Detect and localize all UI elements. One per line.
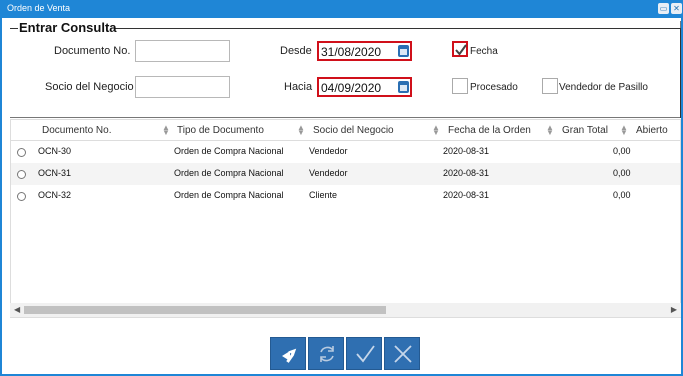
sort-icon[interactable]: ▲ ▼: [162, 124, 170, 137]
groupbox-top-line-right: [114, 28, 680, 29]
x-icon: [394, 345, 412, 363]
calendar-icon[interactable]: [398, 45, 409, 57]
order-window: Orden de Venta ▭ ✕ Entrar Consulta Docum…: [0, 0, 683, 376]
scroll-right-arrow-icon[interactable]: ▶: [671, 305, 677, 314]
cell-total: 0,00: [613, 190, 631, 200]
horizontal-scrollbar[interactable]: ◀ ▶: [10, 303, 681, 317]
column-header-abierto[interactable]: Abierto: [636, 125, 668, 136]
sort-icon[interactable]: ▲ ▼: [620, 124, 628, 137]
results-grid: Documento No. ▲ ▼ Tipo de Documento ▲ ▼ So…: [10, 119, 681, 318]
row-select-radio[interactable]: [17, 170, 26, 179]
procesado-label: Procesado: [470, 82, 518, 93]
refresh-icon: [320, 346, 334, 362]
cell-fecha: 2020-08-31: [443, 190, 490, 200]
hacia-date-value: 04/09/2020: [321, 81, 382, 95]
column-header-socio[interactable]: Socio del Negocio: [313, 125, 394, 136]
scroll-left-arrow-icon[interactable]: ◀: [14, 305, 20, 314]
fecha-checkbox[interactable]: [452, 41, 468, 57]
groupbox-right-line: [680, 28, 681, 118]
desde-date-input[interactable]: 31/08/2020: [317, 41, 412, 61]
refresh-button[interactable]: [308, 337, 344, 370]
cancel-button[interactable]: [384, 337, 420, 370]
vendedor-checkbox[interactable]: [542, 78, 558, 94]
cell-total: 0,00: [613, 168, 631, 178]
calendar-icon[interactable]: [398, 81, 409, 93]
ok-button[interactable]: [346, 337, 382, 370]
cell-socio: Vendedor: [309, 146, 348, 156]
minimize-icon[interactable]: ▭: [658, 3, 669, 14]
query-groupbox: Entrar Consulta: [10, 20, 681, 118]
groupbox-top-line: [10, 28, 18, 29]
documento-label: Documento No.: [54, 45, 131, 57]
groupbox-title: Entrar Consulta: [19, 20, 117, 35]
column-header-tipo[interactable]: Tipo de Documento: [177, 125, 264, 136]
title-bar: Orden de Venta ▭ ✕: [2, 0, 683, 18]
row-select-radio[interactable]: [17, 192, 26, 201]
vendedor-label: Vendedor de Pasillo: [559, 82, 648, 93]
hacia-date-input[interactable]: 04/09/2020: [317, 77, 412, 97]
check-icon: [356, 345, 375, 363]
documento-input[interactable]: [135, 40, 230, 62]
cell-documento: OCN-30: [38, 146, 72, 156]
back-button[interactable]: [270, 337, 306, 370]
table-row[interactable]: OCN-32 Orden de Compra Nacional Cliente …: [11, 185, 680, 207]
desde-label: Desde: [280, 45, 312, 57]
cell-socio: Cliente: [309, 190, 338, 200]
cell-tipo: Orden de Compra Nacional: [174, 146, 284, 156]
cell-documento: OCN-31: [38, 168, 72, 178]
column-header-fecha[interactable]: Fecha de la Orden: [448, 125, 531, 136]
hacia-label: Hacia: [284, 81, 313, 93]
procesado-checkbox[interactable]: [452, 78, 468, 94]
socio-input[interactable]: [135, 76, 230, 98]
cell-fecha: 2020-08-31: [443, 168, 490, 178]
close-icon[interactable]: ✕: [671, 3, 682, 14]
desde-date-value: 31/08/2020: [321, 45, 382, 59]
column-header-total[interactable]: Gran Total: [562, 125, 608, 136]
fecha-label: Fecha: [470, 46, 498, 57]
grid-header: Documento No. ▲ ▼ Tipo de Documento ▲ ▼ So…: [11, 120, 680, 141]
cell-documento: OCN-32: [38, 190, 72, 200]
table-row[interactable]: OCN-31 Orden de Compra Nacional Vendedor…: [11, 163, 680, 185]
cell-tipo: Orden de Compra Nacional: [174, 168, 284, 178]
row-select-radio[interactable]: [17, 148, 26, 157]
cell-socio: Vendedor: [309, 168, 348, 178]
table-row[interactable]: OCN-30 Orden de Compra Nacional Vendedor…: [11, 141, 680, 163]
checkmark-icon: [455, 44, 467, 56]
sort-icon[interactable]: ▲ ▼: [297, 124, 305, 137]
column-header-documento[interactable]: Documento No.: [42, 125, 111, 136]
sort-icon[interactable]: ▲ ▼: [432, 124, 440, 137]
socio-label: Socio del Negocio: [45, 81, 134, 93]
scrollbar-thumb[interactable]: [24, 306, 386, 314]
cell-tipo: Orden de Compra Nacional: [174, 190, 284, 200]
cell-total: 0,00: [613, 146, 631, 156]
cell-fecha: 2020-08-31: [443, 146, 490, 156]
window-title: Orden de Venta: [7, 3, 71, 13]
sort-icon[interactable]: ▲ ▼: [546, 124, 554, 137]
back-arrow-icon: [282, 348, 297, 363]
